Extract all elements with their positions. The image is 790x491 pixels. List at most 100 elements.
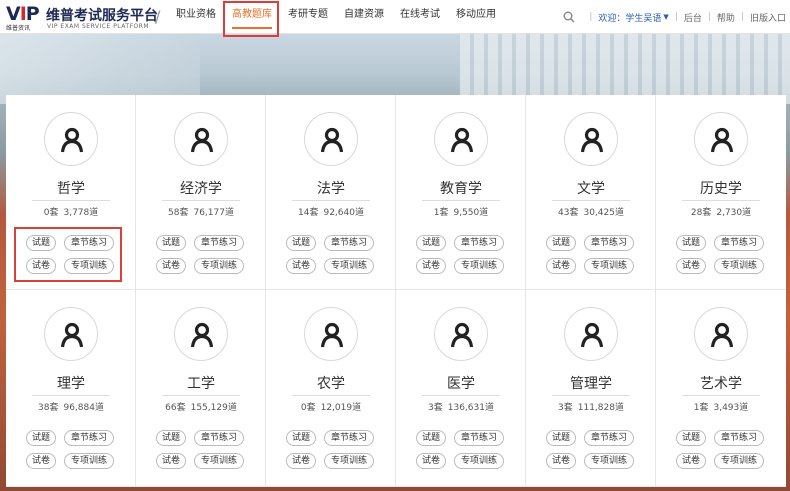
subject-name[interactable]: 文学 xyxy=(526,178,656,198)
nav-item-3[interactable]: 自建资源 xyxy=(336,0,392,34)
user-icon[interactable] xyxy=(44,307,98,361)
subject-name[interactable]: 农学 xyxy=(266,373,396,393)
papers-button[interactable]: 试卷 xyxy=(156,453,186,469)
questions-button[interactable]: 试题 xyxy=(26,430,56,446)
active-nav-highlight-box xyxy=(223,1,279,37)
papers-button[interactable]: 试卷 xyxy=(546,258,576,274)
subject-name[interactable]: 工学 xyxy=(136,373,266,393)
papers-button[interactable]: 试卷 xyxy=(416,453,446,469)
chevron-down-icon[interactable]: ▼ xyxy=(663,13,668,21)
chapter-practice-button[interactable]: 章节练习 xyxy=(584,430,634,446)
questions-button[interactable]: 试题 xyxy=(676,235,706,251)
divider xyxy=(552,395,630,396)
user-icon[interactable] xyxy=(174,112,228,166)
user-icon[interactable] xyxy=(564,307,618,361)
user-icon[interactable] xyxy=(694,307,748,361)
papers-button[interactable]: 试卷 xyxy=(416,258,446,274)
questions-button[interactable]: 试题 xyxy=(416,430,446,446)
subject-name[interactable]: 艺术学 xyxy=(656,373,786,393)
special-training-button[interactable]: 专项训练 xyxy=(584,258,634,274)
logo-english: VIP EXAM SERVICE PLATFORM xyxy=(47,23,150,30)
papers-button[interactable]: 试卷 xyxy=(286,258,316,274)
user-icon[interactable] xyxy=(174,307,228,361)
backend-link[interactable]: 后台 xyxy=(684,11,702,24)
papers-button[interactable]: 试卷 xyxy=(546,453,576,469)
questions-button[interactable]: 试题 xyxy=(546,235,576,251)
question-count: 12,019道 xyxy=(320,403,362,413)
questions-button[interactable]: 试题 xyxy=(156,430,186,446)
special-training-button[interactable]: 专项训练 xyxy=(194,258,244,274)
question-count: 3,493道 xyxy=(713,403,749,413)
subject-card: 经济学 58套 76,177道 试题 章节练习 试卷 专项训练 xyxy=(136,95,266,290)
papers-button[interactable]: 试卷 xyxy=(286,453,316,469)
logo[interactable]: VIP 维普资讯 维普考试服务平台 VIP EXAM SERVICE PLATF… xyxy=(6,3,158,32)
help-link[interactable]: 帮助 xyxy=(717,11,735,24)
subject-stats: 1套 3,493道 xyxy=(656,400,786,413)
user-icon[interactable] xyxy=(564,112,618,166)
papers-button[interactable]: 试卷 xyxy=(26,453,56,469)
papers-button[interactable]: 试卷 xyxy=(676,258,706,274)
special-training-button[interactable]: 专项训练 xyxy=(194,453,244,469)
chapter-practice-button[interactable]: 章节练习 xyxy=(324,235,374,251)
questions-button[interactable]: 试题 xyxy=(286,235,316,251)
subject-name[interactable]: 教育学 xyxy=(396,178,526,198)
main-nav: 职业资格 高教题库 考研专题 自建资源 在线考试 移动应用 xyxy=(168,0,504,34)
old-version-link[interactable]: 旧版入口 xyxy=(750,11,786,24)
separator: | xyxy=(740,12,744,22)
question-count: 111,828道 xyxy=(577,403,624,413)
question-count: 155,129道 xyxy=(190,403,237,413)
special-training-button[interactable]: 专项训练 xyxy=(324,453,374,469)
questions-button[interactable]: 试题 xyxy=(546,430,576,446)
nav-item-0[interactable]: 职业资格 xyxy=(168,0,224,34)
subject-stats: 0套 12,019道 xyxy=(266,400,396,413)
user-icon[interactable] xyxy=(434,307,488,361)
subject-stats: 66套 155,129道 xyxy=(136,400,266,413)
chapter-practice-button[interactable]: 章节练习 xyxy=(194,235,244,251)
divider xyxy=(682,200,760,201)
special-training-button[interactable]: 专项训练 xyxy=(714,453,764,469)
special-training-button[interactable]: 专项训练 xyxy=(714,258,764,274)
user-icon[interactable] xyxy=(304,307,358,361)
subject-name[interactable]: 经济学 xyxy=(136,178,266,198)
questions-button[interactable]: 试题 xyxy=(286,430,316,446)
nav-item-2[interactable]: 考研专题 xyxy=(280,0,336,34)
divider xyxy=(32,395,110,396)
nav-item-4[interactable]: 在线考试 xyxy=(392,0,448,34)
chapter-practice-button[interactable]: 章节练习 xyxy=(64,430,114,446)
papers-button[interactable]: 试卷 xyxy=(676,453,706,469)
chapter-practice-button[interactable]: 章节练习 xyxy=(714,430,764,446)
subject-name[interactable]: 医学 xyxy=(396,373,526,393)
chapter-practice-button[interactable]: 章节练习 xyxy=(454,430,504,446)
special-training-button[interactable]: 专项训练 xyxy=(64,453,114,469)
user-icon[interactable] xyxy=(694,112,748,166)
chapter-practice-button[interactable]: 章节练习 xyxy=(584,235,634,251)
papers-button[interactable]: 试卷 xyxy=(156,258,186,274)
user-icon[interactable] xyxy=(434,112,488,166)
special-training-button[interactable]: 专项训练 xyxy=(584,453,634,469)
questions-button[interactable]: 试题 xyxy=(156,235,186,251)
subject-stats: 1套 9,550道 xyxy=(396,205,526,218)
chapter-practice-button[interactable]: 章节练习 xyxy=(454,235,504,251)
user-icon[interactable] xyxy=(304,112,358,166)
subject-name[interactable]: 哲学 xyxy=(6,178,136,198)
welcome-user-menu[interactable]: 欢迎：学生吴语 xyxy=(598,11,661,24)
subject-stats: 3套 111,828道 xyxy=(526,400,656,413)
subject-grid: 哲学 0套 3,778道 试题 章节练习 试卷 专项训练 经济学 58套 76,177道 试题 章节练… xyxy=(6,95,786,487)
special-training-button[interactable]: 专项训练 xyxy=(324,258,374,274)
subject-name[interactable]: 法学 xyxy=(266,178,396,198)
user-icon[interactable] xyxy=(44,112,98,166)
subject-card: 艺术学 1套 3,493道试题 章节练习 试卷 专项训练 xyxy=(656,290,786,487)
special-training-button[interactable]: 专项训练 xyxy=(454,258,504,274)
special-training-button[interactable]: 专项训练 xyxy=(454,453,504,469)
search-icon[interactable] xyxy=(563,11,575,23)
subject-name[interactable]: 历史学 xyxy=(656,178,786,198)
subject-card: 教育学 1套 9,550道试题 章节练习 试卷 专项训练 xyxy=(396,95,526,290)
questions-button[interactable]: 试题 xyxy=(416,235,446,251)
chapter-practice-button[interactable]: 章节练习 xyxy=(324,430,374,446)
nav-item-5[interactable]: 移动应用 xyxy=(448,0,504,34)
chapter-practice-button[interactable]: 章节练习 xyxy=(714,235,764,251)
chapter-practice-button[interactable]: 章节练习 xyxy=(194,430,244,446)
subject-name[interactable]: 理学 xyxy=(6,373,136,393)
questions-button[interactable]: 试题 xyxy=(676,430,706,446)
subject-name[interactable]: 管理学 xyxy=(526,373,656,393)
